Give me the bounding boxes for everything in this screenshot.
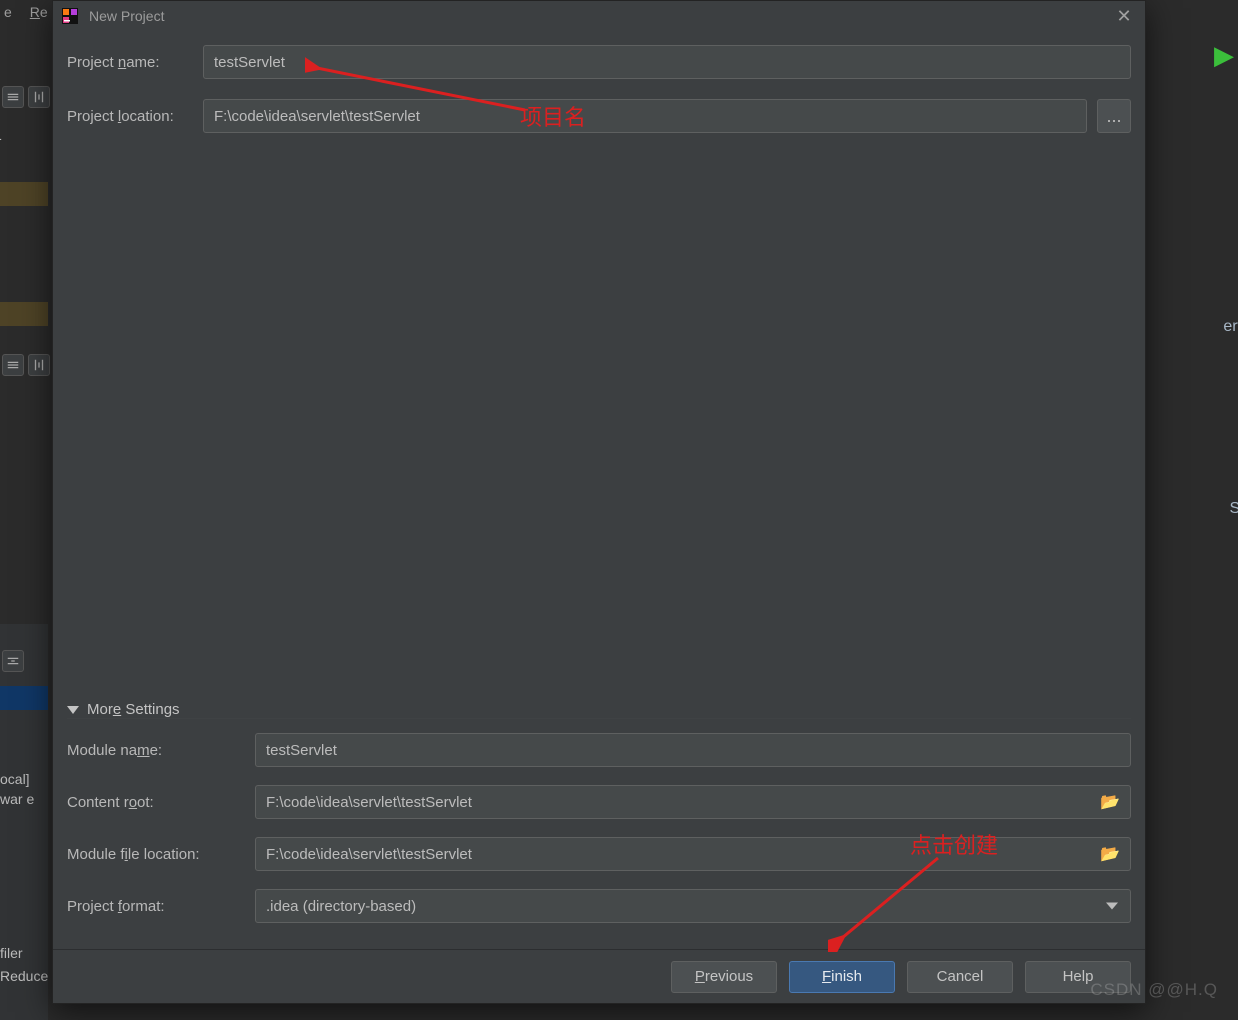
module-name-label: Module name: <box>67 742 255 759</box>
bg-text: ocal] <box>0 771 30 787</box>
new-project-dialog: New Project ✕ Project name: Project loca… <box>52 0 1146 1004</box>
dialog-body: Project name: Project location: ... More… <box>53 31 1145 949</box>
fold-icon[interactable] <box>2 354 24 376</box>
intellij-icon <box>61 7 79 25</box>
module-file-location-label: Module file location: <box>67 846 255 863</box>
folder-icon[interactable]: 📂 <box>1100 792 1120 812</box>
content-root-input[interactable]: F:\code\idea\servlet\testServlet 📂 <box>255 785 1131 819</box>
dialog-footer: Previous Finish Cancel Help <box>53 949 1145 1003</box>
previous-button[interactable]: Previous <box>671 961 777 993</box>
project-name-row: Project name: <box>67 45 1131 79</box>
chevron-down-icon <box>67 706 79 714</box>
fold-icon[interactable] <box>28 86 50 108</box>
module-file-location-input[interactable]: F:\code\idea\servlet\testServlet 📂 <box>255 837 1131 871</box>
bg-text: filer <box>0 945 23 961</box>
bg-text: ervle <box>1223 318 1238 336</box>
fold-icon[interactable] <box>2 86 24 108</box>
bg-text: war e <box>0 791 34 807</box>
module-file-location-row: Module file location: F:\code\idea\servl… <box>67 837 1131 871</box>
content-root-row: Content root: F:\code\idea\servlet\testS… <box>67 785 1131 819</box>
bg-selected-row <box>0 686 48 710</box>
project-format-value: .idea (directory-based) <box>266 898 416 915</box>
fold-icon[interactable] <box>2 650 24 672</box>
module-name-input[interactable] <box>255 733 1131 767</box>
bg-stripe <box>0 182 48 206</box>
titlebar: New Project ✕ <box>53 1 1145 31</box>
content-root-label: Content root: <box>67 794 255 811</box>
bg-stripe <box>0 302 48 326</box>
bg-menubar: e Re <box>0 4 48 20</box>
browse-location-button[interactable]: ... <box>1097 99 1131 133</box>
more-settings-section: More Settings Module name: Content root:… <box>67 701 1131 949</box>
finish-button[interactable]: Finish <box>789 961 895 993</box>
project-location-row: Project location: ... <box>67 99 1131 133</box>
run-icon[interactable] <box>1214 40 1234 71</box>
close-icon[interactable]: ✕ <box>1111 3 1137 29</box>
project-name-input[interactable] <box>203 45 1131 79</box>
bg-menu-item: e <box>4 4 12 20</box>
dialog-title: New Project <box>89 8 164 24</box>
content-root-value: F:\code\idea\servlet\testServlet <box>266 794 472 811</box>
project-location-input[interactable] <box>203 99 1087 133</box>
bg-path: et\09- <box>0 130 2 146</box>
module-name-row: Module name: <box>67 733 1131 767</box>
module-file-loc-value: F:\code\idea\servlet\testServlet <box>266 846 472 863</box>
more-settings-label: More Settings <box>87 701 180 718</box>
more-settings-toggle[interactable]: More Settings <box>67 701 1131 719</box>
project-location-label: Project location: <box>67 108 203 125</box>
project-name-label: Project name: <box>67 54 203 71</box>
help-button[interactable]: Help <box>1025 961 1131 993</box>
project-format-row: Project format: .idea (directory-based) <box>67 889 1131 923</box>
project-format-label: Project format: <box>67 898 255 915</box>
bg-text: Reduce <box>0 968 48 984</box>
bg-menu-item: Re <box>30 4 48 20</box>
project-format-select[interactable]: .idea (directory-based) <box>255 889 1131 923</box>
cancel-button[interactable]: Cancel <box>907 961 1013 993</box>
fold-icon[interactable] <box>28 354 50 376</box>
folder-icon[interactable]: 📂 <box>1100 844 1120 864</box>
bg-text: Servl <box>1230 500 1238 518</box>
